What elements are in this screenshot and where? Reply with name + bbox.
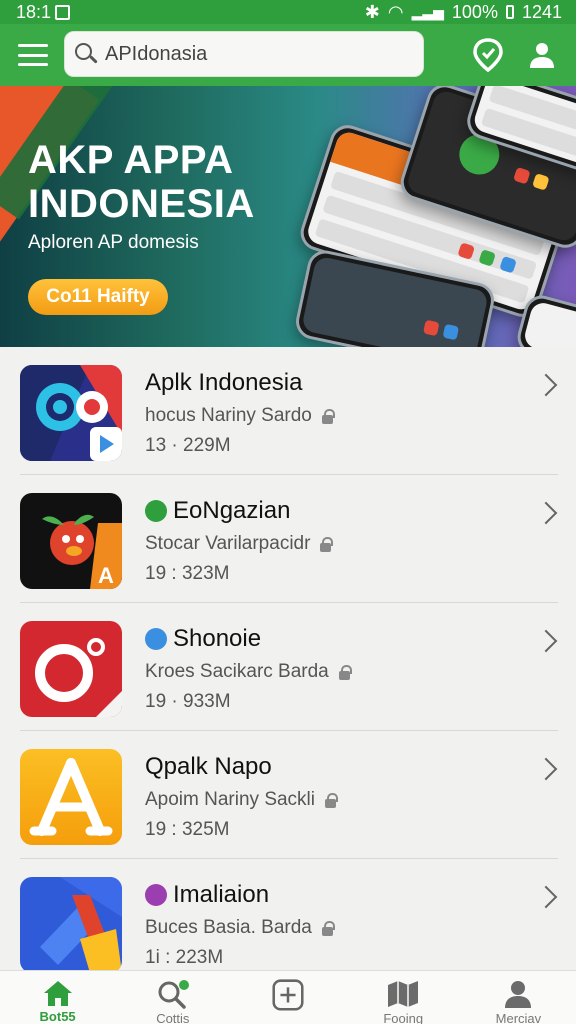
battery-icon — [505, 5, 514, 19]
app-name: Imaliaion — [145, 881, 269, 909]
notification-dot-icon — [178, 980, 189, 990]
app-bar — [0, 24, 576, 86]
nav-label: Bot55 — [39, 1010, 76, 1022]
shapes-icon — [20, 877, 122, 970]
app-list: Aplk Indonesia hocus Nariny Sardo 13 · 2… — [0, 347, 576, 970]
add-box-icon — [272, 979, 304, 1011]
chevron-right-icon[interactable] — [534, 757, 558, 781]
nav-map[interactable]: Fooing — [346, 971, 461, 1024]
search-icon — [158, 980, 189, 1009]
nav-add[interactable] — [230, 971, 345, 1024]
chevron-right-icon[interactable] — [534, 885, 558, 909]
app-name: EoNgazian — [145, 497, 290, 525]
profile-icon[interactable] — [528, 40, 556, 70]
status-bar: 18:1 ✱ ◠ ▂▃▅ 100% 1241 — [0, 0, 576, 24]
nav-label: Fooing — [383, 1012, 424, 1024]
tomato-mascot-icon: A — [20, 493, 122, 589]
lock-icon — [321, 409, 335, 424]
app-name: Qpalk Napo — [145, 753, 272, 780]
app-size: 19 : 323M — [145, 563, 230, 584]
app-developer: hocus Nariny Sardo — [145, 405, 335, 427]
app-developer: Kroes Sacikarc Barda — [145, 661, 352, 683]
app-developer: Apoim Nariny Sackli — [145, 789, 338, 811]
app-developer: Stocar Varilarpacidr — [145, 533, 334, 555]
search-icon — [75, 43, 98, 65]
bluetooth-icon: ✱ — [364, 1, 380, 22]
map-icon — [388, 981, 419, 1007]
app-name: Shonoie — [145, 625, 261, 653]
list-item[interactable]: Imaliaion Buces Basia. Barda 1i : 223M — [0, 859, 576, 970]
bottom-navigation: Bot55 Cottis Fooing Merciav — [0, 970, 576, 1024]
app-size: 1i : 223M — [145, 947, 224, 968]
list-item[interactable]: Shonoie Kroes Sacikarc Barda 19 · 933M — [0, 603, 576, 731]
nav-label: Merciav — [495, 1012, 542, 1024]
menu-icon[interactable] — [18, 44, 48, 66]
lock-icon — [321, 921, 335, 936]
verified-badge-icon — [145, 884, 167, 906]
verified-badge-icon — [145, 500, 167, 522]
banner-title: AKP APPA INDONESIA — [28, 138, 255, 226]
battery-level: 100% — [451, 1, 498, 22]
person-icon — [505, 981, 532, 1008]
app-size: 19 : 325M — [145, 819, 230, 840]
banner-cta-button[interactable]: Co11 Haifty — [28, 279, 168, 315]
search-input[interactable] — [105, 42, 405, 66]
chevron-right-icon[interactable] — [534, 629, 558, 653]
nav-search[interactable]: Cottis — [115, 971, 230, 1024]
banner-subtitle: Aploren AP domesis — [28, 232, 199, 253]
chevron-right-icon[interactable] — [534, 373, 558, 397]
camera-icon — [20, 621, 122, 717]
nav-profile[interactable]: Merciav — [461, 971, 576, 1024]
map-pin-icon — [20, 365, 122, 461]
lock-icon — [325, 793, 338, 808]
screenshot-icon — [55, 4, 71, 20]
status-time: 18:1 — [16, 1, 52, 22]
search-bar[interactable] — [64, 31, 424, 77]
svg-text:A: A — [98, 563, 114, 588]
letter-a-icon — [20, 749, 122, 845]
nav-label: Cottis — [156, 1012, 190, 1024]
signal-icon: ▂▃▅ — [411, 3, 444, 20]
list-item[interactable]: Qpalk Napo Apoim Nariny Sackli 19 : 325M — [0, 731, 576, 859]
nav-home[interactable]: Bot55 — [0, 971, 115, 1024]
home-icon — [43, 981, 72, 1006]
list-item[interactable]: Aplk Indonesia hocus Nariny Sardo 13 · 2… — [0, 347, 576, 475]
promo-banner[interactable]: AKP APPA INDONESIA Aploren AP domesis Co… — [0, 86, 576, 347]
lock-icon — [320, 537, 334, 552]
lock-icon — [338, 665, 352, 680]
status-clock: 1241 — [521, 1, 562, 22]
verified-badge-icon — [145, 628, 167, 650]
app-name: Aplk Indonesia — [145, 369, 303, 396]
app-developer: Buces Basia. Barda — [145, 917, 335, 939]
chevron-right-icon[interactable] — [534, 501, 558, 525]
app-size: 19 · 933M — [145, 691, 231, 712]
app-size: 13 · 229M — [145, 435, 231, 456]
list-item[interactable]: A EoNgazian Stocar Varilarpacidr 19 : 32… — [0, 475, 576, 603]
location-shield-icon[interactable] — [472, 38, 504, 72]
wifi-icon: ◠ — [387, 1, 404, 22]
